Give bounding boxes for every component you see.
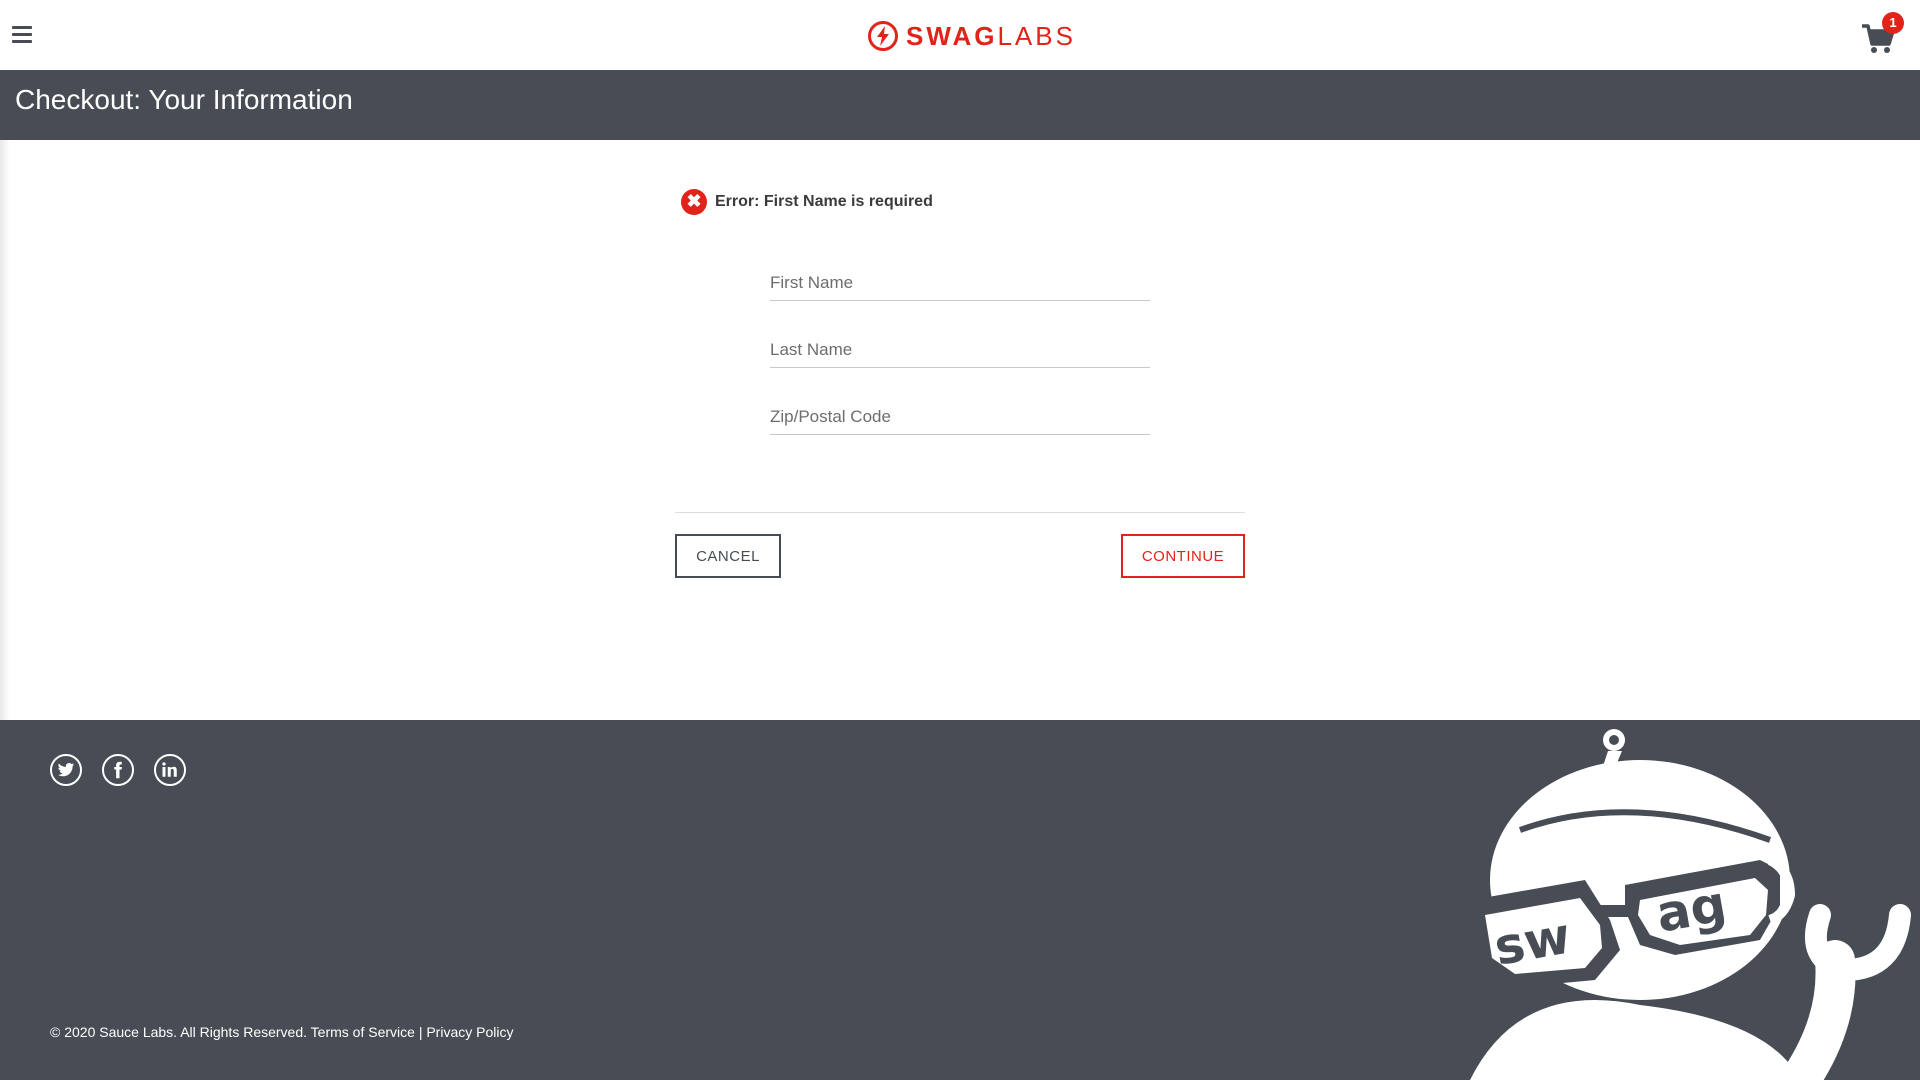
- error-icon[interactable]: ✖: [681, 189, 707, 215]
- continue-button[interactable]: CONTINUE: [1121, 534, 1245, 578]
- top-header: SWAGLABS 1: [0, 0, 1920, 70]
- logo-bolt-icon: [868, 21, 898, 51]
- twitter-icon[interactable]: [50, 754, 82, 786]
- swag-bot-mascot: sw ag: [1460, 729, 1911, 1080]
- menu-icon[interactable]: [12, 26, 36, 46]
- footer-separator: |: [418, 1024, 423, 1040]
- last-name-input[interactable]: [770, 332, 1150, 368]
- cart-count-badge: 1: [1882, 12, 1904, 34]
- page-title: Checkout: Your Information: [15, 84, 353, 115]
- error-message: ✖ Error: First Name is required: [681, 188, 933, 216]
- app-logo: SWAGLABS: [868, 18, 1076, 54]
- postal-code-input[interactable]: [770, 399, 1150, 435]
- terms-link[interactable]: Terms of Service: [311, 1024, 415, 1040]
- logo-text: SWAGLABS: [906, 20, 1076, 51]
- cancel-button[interactable]: CANCEL: [675, 534, 781, 578]
- facebook-icon[interactable]: [102, 754, 134, 786]
- error-text: Error: First Name is required: [715, 193, 933, 210]
- copyright-text: © 2020 Sauce Labs. All Rights Reserved. …: [50, 1024, 513, 1040]
- form-divider: [675, 512, 1245, 513]
- svg-text:ag: ag: [1652, 875, 1731, 944]
- first-name-input[interactable]: [770, 265, 1150, 301]
- privacy-link[interactable]: Privacy Policy: [426, 1024, 513, 1040]
- linkedin-icon[interactable]: [154, 754, 186, 786]
- left-edge-shadow: [0, 140, 10, 720]
- copyright-notice: © 2020 Sauce Labs. All Rights Reserved.: [50, 1024, 308, 1040]
